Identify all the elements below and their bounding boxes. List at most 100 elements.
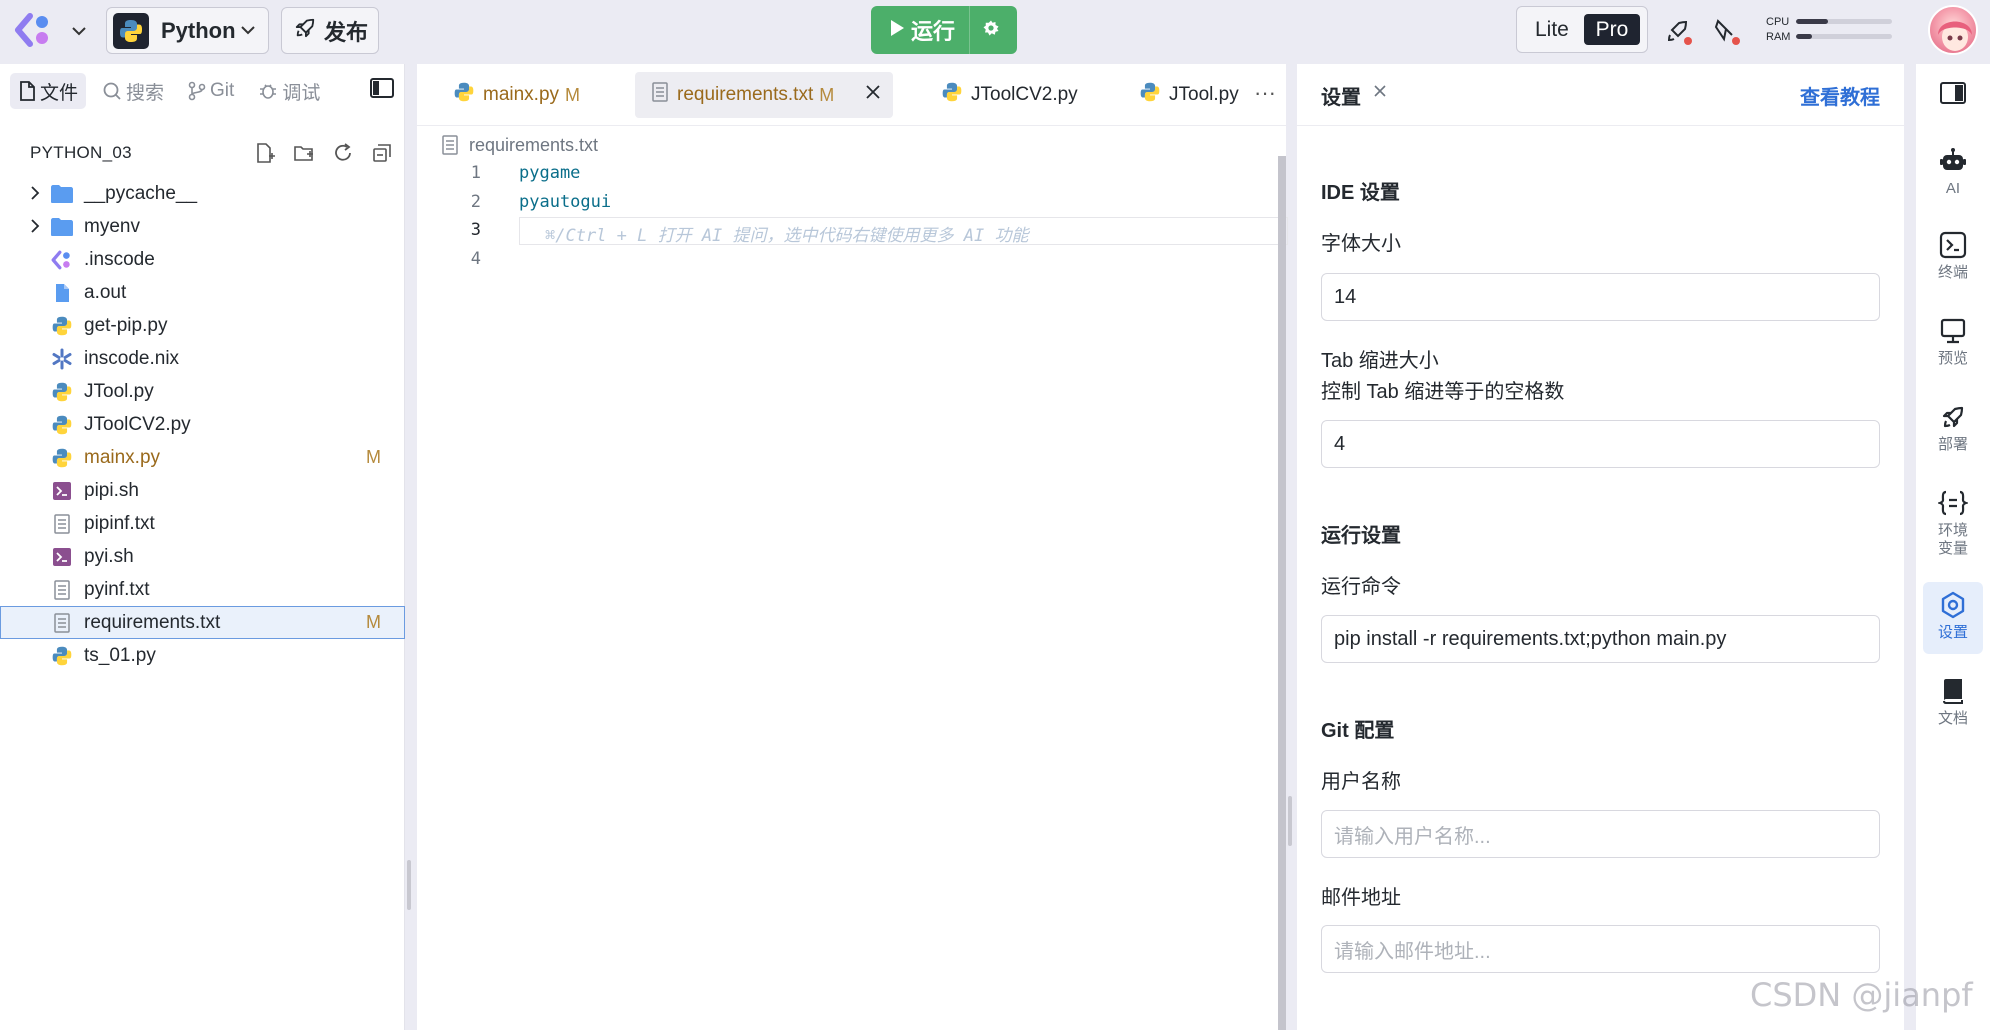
text-file-icon [50,612,74,634]
tree-file[interactable]: ts_01.py [0,639,405,672]
more-tabs-icon[interactable]: ··· [1254,80,1276,106]
editor-scrollbar[interactable] [1278,156,1286,1030]
tree-file[interactable]: pipinf.txt [0,507,405,540]
view-tutorial-link[interactable]: 查看教程 [1800,81,1880,110]
tab-mainx-py[interactable]: mainx.py M [437,72,617,118]
username-label: 用户名称 [1321,771,1401,793]
toggle-panel-icon[interactable] [1940,82,1966,109]
close-icon[interactable] [1373,84,1387,103]
search-icon [103,82,121,100]
language-selector[interactable]: Python [106,7,269,54]
rocket-icon [1939,400,1967,434]
activity-deploy[interactable]: 部署 [1923,400,1983,454]
code-line[interactable]: 1 pygame [417,159,1286,188]
rocket-notify-icon[interactable] [1662,15,1694,47]
tab-name: requirements.txt [677,84,814,105]
toggle-sidebar-icon[interactable] [370,78,394,103]
activity-label: AI [1945,180,1961,197]
git-icon [188,81,206,101]
nix-icon [50,348,74,370]
monitor-icon [1939,314,1967,348]
flask-notify-icon[interactable] [1710,15,1742,47]
close-icon[interactable] [865,84,881,106]
tree-file[interactable]: pyinf.txt [0,573,405,606]
tab-requirements-txt[interactable]: requirements.txt M [635,72,893,118]
mode-lite[interactable]: Lite [1535,18,1569,42]
line-text[interactable]: pygame [519,163,580,183]
file-tree: __pycache__ myenv .inscode a.out get-pip.py i… [0,177,405,672]
tab-git[interactable]: Git [180,73,242,109]
activity-preview[interactable]: 预览 [1923,314,1983,368]
terminal-icon [1939,228,1967,262]
collapse-all-icon[interactable] [369,140,395,166]
file-name: pipinf.txt [84,513,155,534]
activity-env-vars[interactable]: 环境 变量 [1923,486,1983,558]
code-area[interactable]: 1 pygame 2 pyautogui 3 ⌘/Ctrl + L 打开 AI … [417,159,1288,274]
tab-jtoolcv2-py[interactable]: JToolCV2.py [925,72,1085,118]
new-folder-icon[interactable] [291,140,317,166]
python-icon [113,12,149,49]
code-line[interactable]: 2 pyautogui [417,188,1286,217]
run-button[interactable]: 运行 [871,6,1017,54]
code-line-current[interactable]: 3 ⌘/Ctrl + L 打开 AI 提问，选中代码右键使用更多 AI 功能 [417,216,1288,246]
run-command-label: 运行命令 [1321,576,1401,598]
activity-label: 文档 [1937,710,1968,727]
inscode-logo-icon[interactable] [14,12,54,48]
shell-icon [50,480,74,502]
file-name: JToolCV2.py [84,414,191,435]
activity-ai[interactable]: AI [1923,144,1983,198]
font-size-input[interactable]: 14 [1321,273,1880,321]
file-name: a.out [84,282,127,303]
email-input[interactable]: 请输入邮件地址... [1321,925,1880,973]
tree-file[interactable]: pyi.sh [0,540,405,573]
tree-folder[interactable]: myenv [0,210,405,243]
tree-file[interactable]: inscode.nix [0,342,405,375]
tab-debug[interactable]: 调试 [250,73,328,109]
chevron-down-icon[interactable] [66,18,92,44]
code-editor: mainx.py M requirements.txt M JToolCV2.p… [417,64,1288,1030]
tree-file[interactable]: .inscode [0,243,405,276]
tree-folder[interactable]: __pycache__ [0,177,405,210]
file-icon [50,282,74,304]
tree-file[interactable]: pipi.sh [0,474,405,507]
tab-files[interactable]: 文件 [10,73,87,109]
tree-file[interactable]: requirements.txt M [0,606,405,639]
refresh-icon[interactable] [330,140,356,166]
code-line[interactable]: 4 [417,245,1286,274]
tab-git-label: Git [210,80,235,101]
username-input[interactable]: 请输入用户名称... [1321,810,1880,858]
line-number: 4 [470,248,481,269]
editor-resize-handle[interactable] [1288,796,1292,846]
run-command-input[interactable]: pip install -r requirements.txt;python m… [1321,615,1880,663]
tree-file[interactable]: mainx.py M [0,441,405,474]
ram-meter [1796,34,1892,39]
tab-size-label: Tab 缩进大小 [1321,350,1439,372]
line-text[interactable]: pyautogui [519,192,611,212]
mode-pro[interactable]: Pro [1584,14,1640,45]
tree-file[interactable]: JToolCV2.py [0,408,405,441]
avatar[interactable] [1928,5,1978,55]
publish-button[interactable]: 发布 [281,7,379,54]
project-header: PYTHON_03 [30,138,395,168]
tab-search[interactable]: 搜索 [94,73,172,109]
watermark: CSDN @jianpf [1750,976,1973,1014]
chevron-right-icon[interactable] [27,218,43,234]
mode-toggle[interactable]: Lite Pro [1516,6,1648,53]
activity-docs[interactable]: 文档 [1923,674,1983,728]
gear-icon[interactable] [982,19,1000,42]
activity-terminal[interactable]: 终端 [1923,228,1983,282]
chevron-right-icon[interactable] [27,185,43,201]
tree-file[interactable]: a.out [0,276,405,309]
breadcrumb-file[interactable]: requirements.txt [469,135,598,156]
tree-file[interactable]: get-pip.py [0,309,405,342]
activity-settings[interactable]: 设置 [1923,582,1983,654]
tab-size-input[interactable]: 4 [1321,420,1880,468]
tree-file[interactable]: JTool.py [0,375,405,408]
editor-tabs: mainx.py M requirements.txt M JToolCV2.p… [417,64,1286,126]
activity-label: 部署 [1937,436,1968,453]
modified-badge: M [565,84,581,105]
new-file-icon[interactable] [252,140,278,166]
tab-jtool-py[interactable]: JTool.py [1123,72,1253,118]
sidebar-resize-handle[interactable] [407,860,411,910]
settings-title: 设置 [1321,87,1361,109]
